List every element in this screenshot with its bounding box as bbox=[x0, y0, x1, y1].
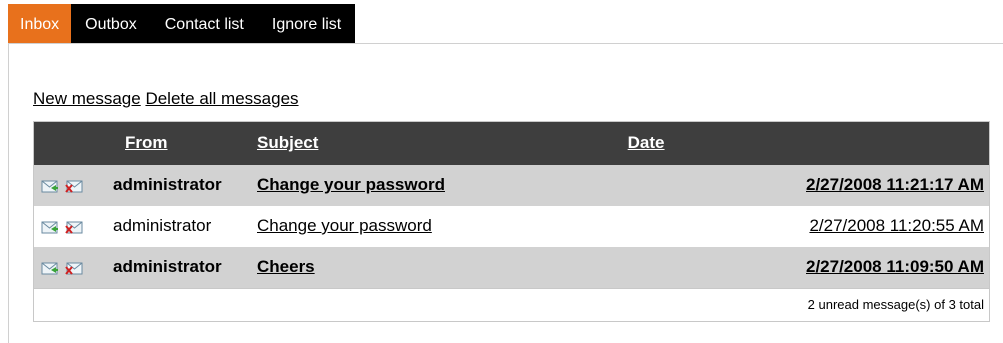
tab-inbox[interactable]: Inbox bbox=[8, 4, 72, 43]
header-subject[interactable]: Subject bbox=[257, 122, 628, 165]
row-subject: Change your password bbox=[257, 206, 628, 247]
delete-all-messages-link[interactable]: Delete all messages bbox=[145, 89, 298, 108]
tab-contact-list[interactable]: Contact list bbox=[151, 4, 258, 43]
row-from: administrator bbox=[113, 257, 222, 276]
new-message-link[interactable]: New message bbox=[33, 89, 141, 108]
date-link[interactable]: 2/27/2008 11:20:55 AM bbox=[809, 216, 984, 235]
table-footer-row: 2 unread message(s) of 3 total bbox=[33, 287, 990, 321]
header-date[interactable]: Date bbox=[628, 122, 990, 165]
table-row: administrator Change your password 2/27/… bbox=[33, 205, 990, 247]
row-date: 2/27/2008 11:21:17 AM bbox=[628, 165, 990, 206]
reply-envelope-icon[interactable] bbox=[41, 261, 59, 275]
row-icons bbox=[34, 247, 114, 289]
unread-count: 2 unread message(s) of 3 total bbox=[33, 287, 990, 321]
row-subject: Cheers bbox=[257, 247, 628, 289]
subject-link[interactable]: Change your password bbox=[257, 216, 432, 235]
header-actions bbox=[34, 122, 114, 165]
delete-envelope-icon[interactable] bbox=[65, 220, 83, 234]
row-icons bbox=[34, 206, 114, 247]
action-links: New message Delete all messages bbox=[33, 89, 299, 109]
content-border bbox=[8, 43, 9, 343]
date-link[interactable]: 2/27/2008 11:09:50 AM bbox=[806, 257, 984, 276]
tab-ignore-list[interactable]: Ignore list bbox=[258, 4, 355, 43]
row-from: administrator bbox=[113, 216, 212, 235]
table-header-row: From Subject Date bbox=[33, 121, 990, 165]
row-date: 2/27/2008 11:09:50 AM bbox=[628, 247, 990, 289]
header-from[interactable]: From bbox=[113, 122, 257, 165]
subject-link[interactable]: Change your password bbox=[257, 175, 445, 194]
table-row: administrator Cheers 2/27/2008 11:09:50 … bbox=[33, 246, 990, 289]
subject-link[interactable]: Cheers bbox=[257, 257, 315, 276]
row-subject: Change your password bbox=[257, 165, 628, 206]
tab-bar: Inbox Outbox Contact list Ignore list bbox=[8, 4, 356, 43]
row-icons bbox=[34, 165, 114, 206]
reply-envelope-icon[interactable] bbox=[41, 179, 59, 193]
tab-outbox[interactable]: Outbox bbox=[71, 4, 151, 43]
tab-divider bbox=[8, 43, 1003, 44]
date-link[interactable]: 2/27/2008 11:21:17 AM bbox=[806, 175, 984, 194]
delete-envelope-icon[interactable] bbox=[65, 261, 83, 275]
row-date: 2/27/2008 11:20:55 AM bbox=[628, 206, 990, 247]
row-from: administrator bbox=[113, 175, 222, 194]
delete-envelope-icon[interactable] bbox=[65, 179, 83, 193]
messages-table: From Subject Date administrator Change y… bbox=[33, 121, 990, 322]
reply-envelope-icon[interactable] bbox=[41, 220, 59, 234]
table-row: administrator Change your password 2/27/… bbox=[33, 164, 990, 206]
